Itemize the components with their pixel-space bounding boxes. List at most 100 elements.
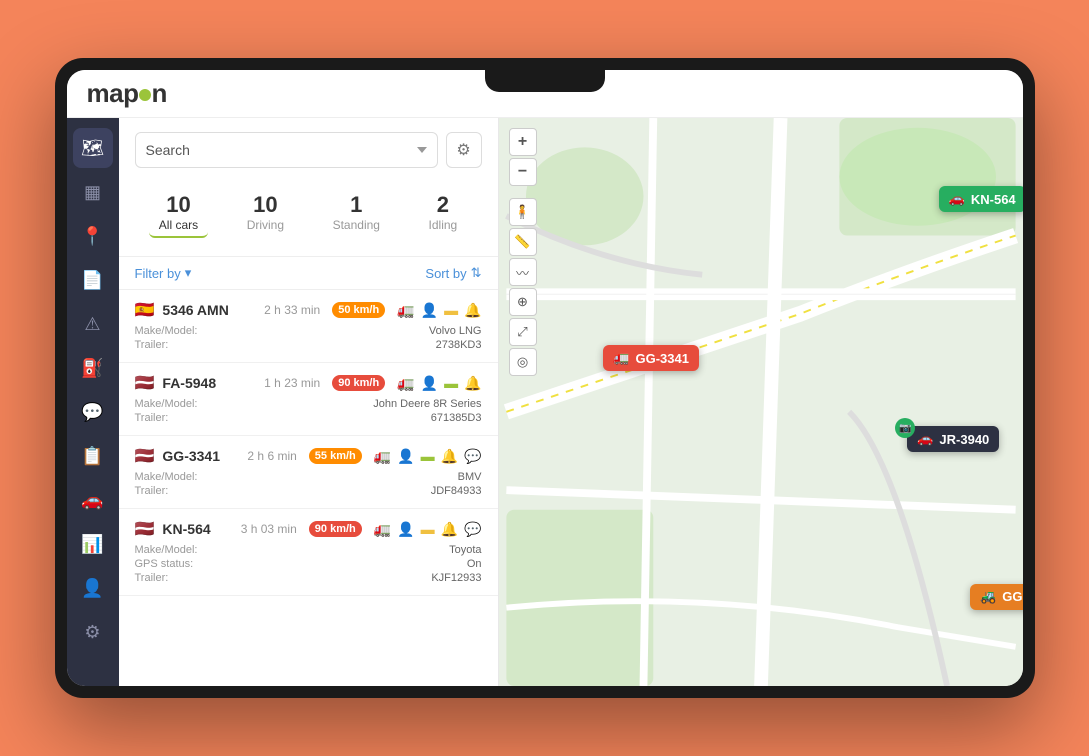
vehicle-main-row: 🇱🇻 GG-3341 2 h 6 min 55 km/h 🚛 👤 ▬ 🔔 💬 — [135, 446, 482, 466]
sidebar-item-tasks[interactable]: 📋 — [73, 436, 113, 476]
filter-button[interactable]: Filter by ▾ — [135, 265, 192, 281]
speed-badge: 55 km/h — [309, 448, 362, 464]
logo-text-2: n — [151, 78, 166, 109]
vehicle-main-row: 🇪🇸 5346 AMN 2 h 33 min 50 km/h 🚛 👤 ▬ 🔔 — [135, 300, 482, 320]
map-marker-gg3341-red[interactable]: 🚛 GG-3341 — [603, 345, 699, 371]
vehicle-icons: 🚛 👤 ▬ 🔔 — [397, 302, 481, 319]
trailer-icon: 🚛 — [374, 521, 391, 538]
map-tools: 🧍 📏 〰 ⊕ ⤢ ◎ — [509, 198, 537, 376]
vehicle-main-row: 🇱🇻 FA-5948 1 h 23 min 90 km/h 🚛 👤 ▬ 🔔 — [135, 373, 482, 393]
sidebar-item-messages[interactable]: 💬 — [73, 392, 113, 432]
trailer-label: Trailer: — [135, 485, 169, 497]
sort-icon: ⇅ — [471, 265, 482, 281]
app-logo: mapn — [87, 78, 167, 109]
sidebar: 🗺 ▦ 📍 📄 ⚠ ⛽ 💬 📋 🚗 📊 👤 ⚙ — [67, 118, 119, 686]
vehicle-panel: Search ⚙ 10 All cars 10 Driving — [119, 118, 499, 686]
vehicle-detail-trailer: Trailer: 671385D3 — [135, 411, 482, 425]
main-content: 🗺 ▦ 📍 📄 ⚠ ⛽ 💬 📋 🚗 📊 👤 ⚙ Search — [67, 118, 1023, 686]
stat-idling[interactable]: 2 Idling — [419, 188, 468, 238]
top-bar: mapn — [67, 70, 1023, 118]
cluster-tool[interactable]: ⊕ — [509, 288, 537, 316]
locate-tool[interactable]: ◎ — [509, 348, 537, 376]
marker-truck-icon: 🚛 — [613, 350, 629, 366]
expand-tool[interactable]: ⤢ — [509, 318, 537, 346]
sort-button[interactable]: Sort by ⇅ — [425, 265, 481, 281]
vehicle-time: 2 h 33 min — [264, 303, 320, 317]
trailer-icon: 🚛 — [397, 375, 414, 392]
marker-id-gg3341: GG-3341 — [635, 351, 688, 366]
sidebar-item-vehicles[interactable]: 🚗 — [73, 480, 113, 520]
flag-icon: 🇱🇻 — [135, 446, 155, 466]
sidebar-item-profile[interactable]: 👤 — [73, 568, 113, 608]
sort-label: Sort by — [425, 266, 466, 281]
speed-badge: 90 km/h — [309, 521, 362, 537]
idling-count: 2 — [437, 192, 449, 218]
stat-standing[interactable]: 1 Standing — [323, 188, 390, 238]
stat-all-cars[interactable]: 10 All cars — [149, 188, 208, 238]
search-select[interactable]: Search — [135, 132, 438, 168]
map-marker-kn564[interactable]: 🚗 KN-564 — [939, 186, 1023, 212]
make-model-label: Make/Model: — [135, 471, 198, 483]
device-frame: mapn 🗺 ▦ 📍 📄 ⚠ ⛽ 💬 📋 🚗 📊 👤 ⚙ — [55, 58, 1035, 698]
status-dot: ▬ — [444, 375, 458, 391]
make-model-value: BMV — [458, 471, 482, 483]
sidebar-item-map[interactable]: 🗺 — [73, 128, 113, 168]
bell-icon: 🔔 — [441, 448, 458, 465]
vehicle-item-gg3341[interactable]: 🇱🇻 GG-3341 2 h 6 min 55 km/h 🚛 👤 ▬ 🔔 💬 — [119, 436, 498, 509]
map-marker-jr3940[interactable]: 🚗 JR-3940 — [907, 426, 999, 452]
flag-icon: 🇪🇸 — [135, 300, 155, 320]
ruler-tool[interactable]: 📏 — [509, 228, 537, 256]
sidebar-item-alerts[interactable]: ⚠ — [73, 304, 113, 344]
sidebar-item-analytics[interactable]: 📊 — [73, 524, 113, 564]
vehicle-item-5346amn[interactable]: 🇪🇸 5346 AMN 2 h 33 min 50 km/h 🚛 👤 ▬ 🔔 — [119, 290, 498, 363]
marker-tractor-icon: 🚜 — [980, 589, 996, 605]
marker-id-jr3940: JR-3940 — [939, 432, 989, 447]
marker-car-icon: 🚗 — [949, 191, 965, 207]
settings-button[interactable]: ⚙ — [446, 132, 482, 168]
map-area[interactable]: + − 🧍 📏 〰 ⊕ ⤢ ◎ 🚗 KN-564 — [499, 118, 1023, 686]
stats-row: 10 All cars 10 Driving 1 Standing 2 — [135, 180, 482, 246]
trailer-icon: 🚛 — [397, 302, 414, 319]
zoom-out-button[interactable]: − — [509, 158, 537, 186]
driving-label: Driving — [247, 218, 284, 232]
sidebar-item-location[interactable]: 📍 — [73, 216, 113, 256]
bell-icon: 🔔 — [464, 375, 481, 392]
driving-count: 10 — [253, 192, 277, 218]
user-icon: 👤 — [421, 302, 438, 319]
vehicle-id: 5346 AMN — [162, 302, 256, 318]
sidebar-item-fuel[interactable]: ⛽ — [73, 348, 113, 388]
stat-driving[interactable]: 10 Driving — [237, 188, 294, 238]
vehicle-detail-make: Make/Model: Volvo LNG — [135, 324, 482, 338]
vehicle-id: GG-3341 — [162, 448, 239, 464]
zoom-in-button[interactable]: + — [509, 128, 537, 156]
vehicle-detail-trailer: Trailer: 2738KD3 — [135, 338, 482, 352]
msg-icon: 💬 — [464, 448, 481, 465]
route-tool[interactable]: 〰 — [509, 258, 537, 286]
sidebar-item-dashboard[interactable]: ▦ — [73, 172, 113, 212]
sidebar-item-reports[interactable]: 📄 — [73, 260, 113, 300]
trailer-label: Trailer: — [135, 572, 169, 584]
map-marker-gg3341-orange[interactable]: 🚜 GG-3341 — [970, 584, 1022, 610]
vehicle-detail-make: Make/Model: John Deere 8R Series — [135, 397, 482, 411]
sidebar-item-settings[interactable]: ⚙ — [73, 612, 113, 652]
person-tool[interactable]: 🧍 — [509, 198, 537, 226]
vehicle-item-fa5948[interactable]: 🇱🇻 FA-5948 1 h 23 min 90 km/h 🚛 👤 ▬ 🔔 — [119, 363, 498, 436]
standing-label: Standing — [333, 218, 380, 232]
vehicle-list: 🇪🇸 5346 AMN 2 h 33 min 50 km/h 🚛 👤 ▬ 🔔 — [119, 290, 498, 686]
flag-icon: 🇱🇻 — [135, 373, 155, 393]
vehicle-item-kn564[interactable]: 🇱🇻 KN-564 3 h 03 min 90 km/h 🚛 👤 ▬ 🔔 💬 — [119, 509, 498, 596]
chevron-down-icon: ▾ — [185, 265, 192, 281]
filter-label: Filter by — [135, 266, 181, 281]
camera-notch — [485, 70, 605, 92]
make-model-value: Toyota — [449, 544, 481, 556]
vehicle-detail-trailer: Trailer: KJF12933 — [135, 571, 482, 585]
status-dot: ▬ — [444, 302, 458, 318]
all-cars-count: 10 — [166, 192, 190, 218]
vehicle-time: 2 h 6 min — [247, 449, 296, 463]
vehicle-id: FA-5948 — [162, 375, 256, 391]
vehicle-time: 3 h 03 min — [241, 522, 297, 536]
trailer-label: Trailer: — [135, 412, 169, 424]
vehicle-detail-make: Make/Model: Toyota — [135, 543, 482, 557]
msg-icon: 💬 — [464, 521, 481, 538]
vehicle-time: 1 h 23 min — [264, 376, 320, 390]
